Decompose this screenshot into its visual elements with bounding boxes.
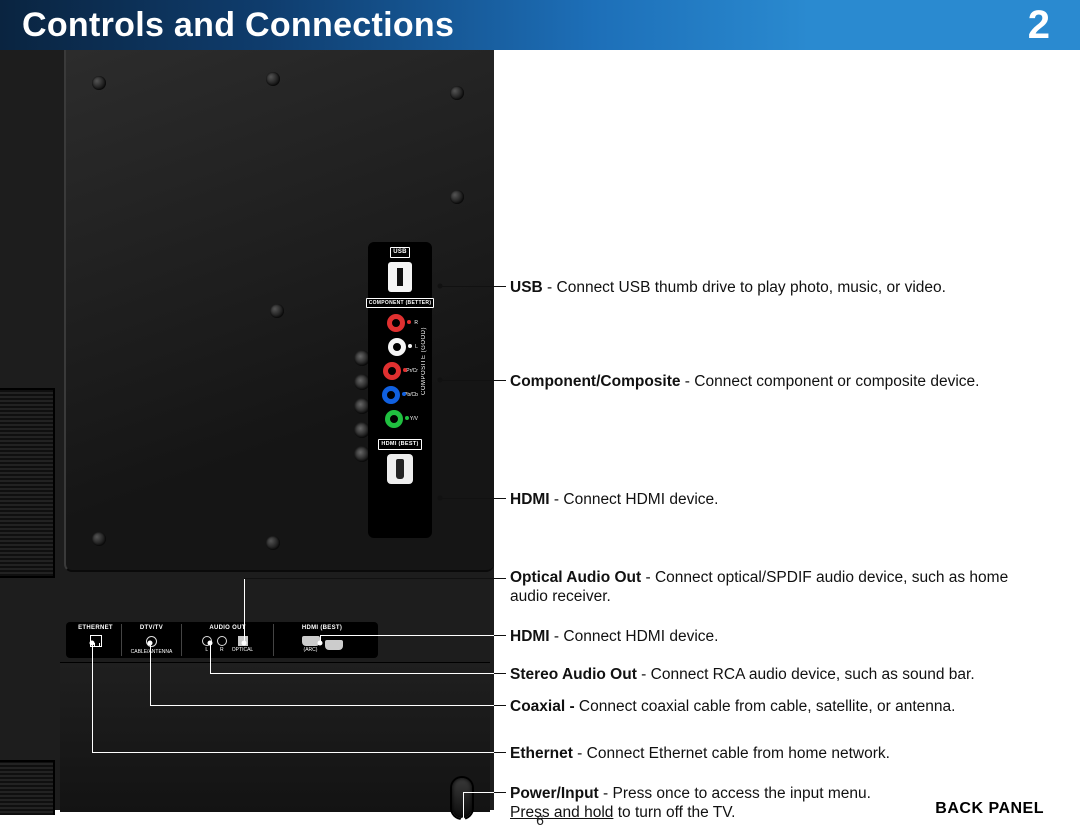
rca-caption: R — [414, 320, 418, 326]
usb-port-icon — [388, 262, 412, 292]
rca-caption: Y/V — [410, 416, 418, 422]
page-body: USB COMPONENT (BETTER) R L Pr/Cr Pb/Cb Y… — [0, 50, 1080, 834]
dtv-label: DTV/TV — [140, 624, 163, 633]
callout-bold: HDMI — [510, 628, 550, 645]
callout-hdmi-bottom: HDMI - Connect HDMI device. — [510, 627, 1050, 646]
page-number: 6 — [0, 812, 1080, 828]
screw-icon — [266, 72, 280, 86]
callout-text: - Connect component or composite device. — [681, 373, 980, 390]
callout-bold: HDMI — [510, 491, 550, 508]
chapter-number: 2 — [1028, 3, 1050, 48]
leader-line — [440, 286, 506, 287]
audio-r-label: R — [220, 647, 224, 654]
leader-line — [494, 673, 506, 674]
audio-out-label: AUDIO OUT — [209, 624, 245, 633]
callout-bold: Component/Composite — [510, 373, 681, 390]
usb-label: USB — [390, 247, 410, 258]
leader-line — [494, 635, 506, 636]
leader-line — [92, 643, 93, 752]
callout-text: - Connect RCA audio device, such as soun… — [637, 666, 975, 683]
leader-line — [210, 673, 494, 674]
component-label: COMPONENT (BETTER) — [366, 298, 435, 308]
leader-line — [92, 752, 494, 753]
rca-white-icon — [388, 338, 406, 356]
rca-port-icon — [217, 636, 227, 646]
callout-text: - Connect USB thumb drive to play photo,… — [543, 279, 946, 296]
rca-caption: Pb/Cb — [404, 392, 418, 398]
leader-line — [494, 792, 506, 793]
ethernet-label: ETHERNET — [78, 624, 113, 633]
chapter-title: Controls and Connections — [22, 6, 454, 45]
leader-line — [150, 643, 151, 705]
leader-line — [244, 578, 506, 579]
screw-icon — [270, 304, 284, 318]
hdmi-label: HDMI (BEST) — [378, 439, 421, 450]
screw-icon — [92, 532, 106, 546]
audio-l-label: L — [205, 647, 208, 654]
rca-caption: Pr/Cr — [406, 368, 418, 374]
rca-pb-icon — [382, 386, 400, 404]
callout-optical: Optical Audio Out - Connect optical/SPDI… — [510, 568, 1050, 607]
composite-label: COMPOSITE (GOOD) — [421, 327, 427, 395]
rca-y-icon — [385, 410, 403, 428]
leader-line — [494, 705, 506, 706]
screw-icon — [450, 86, 464, 100]
screw-icon — [92, 76, 106, 90]
callout-hdmi-side: HDMI - Connect HDMI device. — [510, 490, 1050, 509]
speaker-grille — [0, 760, 55, 815]
callout-coax: Coaxial - Connect coaxial cable from cab… — [510, 697, 1050, 716]
callout-text: - Press once to access the input menu. — [599, 785, 871, 802]
rca-caption: L — [415, 344, 418, 350]
screw-icon — [450, 190, 464, 204]
callout-text: - Connect HDMI device. — [550, 628, 719, 645]
hdmi-bottom-label: HDMI (BEST) — [302, 624, 342, 633]
callout-bold: USB — [510, 279, 543, 296]
tv-lower-body — [60, 662, 490, 812]
audio-optical-label: OPTICAL — [232, 647, 253, 654]
tv-back-illustration: USB COMPONENT (BETTER) R L Pr/Cr Pb/Cb Y… — [0, 50, 494, 810]
hdmi-port-icon — [387, 454, 413, 484]
hdmi-port-icon — [325, 640, 343, 650]
leader-line — [320, 635, 321, 643]
bottom-port-strip: ETHERNET DTV/TV CABLE/ANTENNA AUDIO OUT … — [66, 622, 378, 658]
chapter-header: Controls and Connections 2 — [0, 0, 1080, 50]
callout-bold: Coaxial - — [510, 698, 579, 715]
screw-icon — [266, 536, 280, 550]
leader-line — [244, 578, 245, 643]
callout-stereo: Stereo Audio Out - Connect RCA audio dev… — [510, 665, 1050, 684]
leader-line — [494, 752, 506, 753]
leader-line — [463, 792, 494, 793]
leader-line — [150, 705, 494, 706]
callout-text: - Connect HDMI device. — [550, 491, 719, 508]
leader-line — [320, 635, 494, 636]
speaker-grille — [0, 388, 55, 578]
leader-line — [210, 643, 211, 673]
rca-red-icon — [387, 314, 405, 332]
callout-ethernet: Ethernet - Connect Ethernet cable from h… — [510, 744, 1050, 763]
callout-text: - Connect Ethernet cable from home netwo… — [573, 745, 890, 762]
side-port-plate: USB COMPONENT (BETTER) R L Pr/Cr Pb/Cb Y… — [368, 242, 432, 538]
dtv-sublabel: CABLE/ANTENNA — [131, 649, 173, 656]
leader-line — [440, 380, 506, 381]
hdmi-arc-label: (ARC) — [304, 647, 318, 654]
callout-usb: USB - Connect USB thumb drive to play ph… — [510, 278, 1050, 297]
leader-line — [440, 498, 506, 499]
callout-bold: Ethernet — [510, 745, 573, 762]
callout-text: Connect coaxial cable from cable, satell… — [579, 698, 956, 715]
rca-pr-icon — [383, 362, 401, 380]
callout-bold: Optical Audio Out — [510, 569, 641, 586]
callout-component: Component/Composite - Connect component … — [510, 372, 1050, 391]
callout-bold: Power/Input — [510, 785, 599, 802]
callout-bold: Stereo Audio Out — [510, 666, 637, 683]
